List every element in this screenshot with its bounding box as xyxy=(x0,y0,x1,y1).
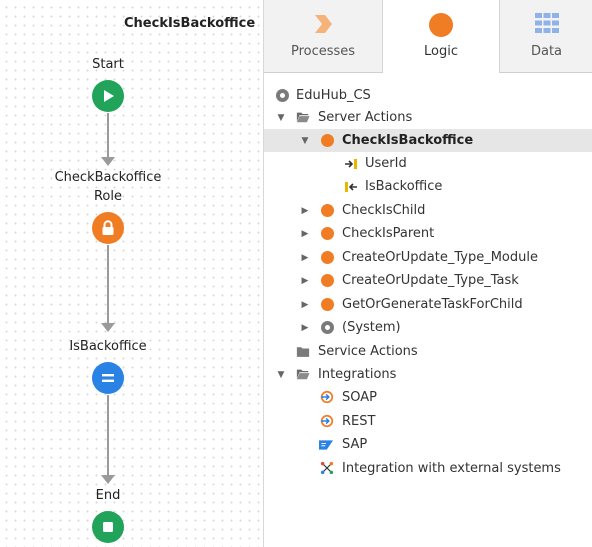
tree-item-createorupdate-type-module[interactable]: ▶ CreateOrUpdate_Type_Module xyxy=(264,246,592,269)
output-parameter-icon xyxy=(345,182,357,192)
chevron-down-icon[interactable]: ▼ xyxy=(276,113,286,123)
elements-panel: Processes Logic Data EduHub_CS ▼ Server … xyxy=(263,0,592,547)
data-grid-icon xyxy=(534,13,559,33)
tab-logic[interactable]: Logic xyxy=(382,0,500,73)
assign-node[interactable] xyxy=(92,362,124,394)
end-node[interactable] xyxy=(92,511,124,543)
folder-open-icon xyxy=(296,369,310,380)
chevron-right-icon[interactable]: ▶ xyxy=(300,253,310,263)
arrow-assign-to-end xyxy=(101,475,115,484)
tree-item-label: CheckIsParent xyxy=(342,226,435,241)
end-label: End xyxy=(95,488,121,503)
tab-logic-label: Logic xyxy=(424,44,458,59)
tree-item-checkisparent[interactable]: ▶ CheckIsParent xyxy=(264,222,592,245)
panel-tabs: Processes Logic Data xyxy=(264,0,592,73)
equals-icon xyxy=(102,374,114,382)
tab-processes-label: Processes xyxy=(290,44,356,59)
tree-item-label: CheckIsChild xyxy=(342,203,426,218)
chevron-right-icon[interactable]: ▶ xyxy=(300,323,310,333)
connector-assign-to-end xyxy=(107,395,109,476)
module-icon xyxy=(276,89,289,102)
chevron-right-icon[interactable]: ▶ xyxy=(300,300,310,310)
arrow-check-to-assign xyxy=(101,323,115,332)
folder-icon xyxy=(296,347,310,357)
server-action-icon xyxy=(321,298,334,311)
check-role-label-line1: CheckBackoffice xyxy=(54,170,162,185)
external-integration-icon xyxy=(320,461,334,475)
tree-server-actions-label: Server Actions xyxy=(318,110,413,125)
sap-icon xyxy=(319,440,333,450)
tree-item-label: CreateOrUpdate_Type_Module xyxy=(342,250,538,265)
rest-icon xyxy=(320,414,334,428)
flow-canvas[interactable]: CheckIsBackoffice Start CheckBackoffice … xyxy=(0,0,262,547)
tree-item-createorupdate-type-task[interactable]: ▶ CreateOrUpdate_Type_Task xyxy=(264,269,592,292)
tree-item-getorgeneratetaskforchild[interactable]: ▶ GetOrGenerateTaskForChild xyxy=(264,293,592,316)
input-parameter-icon xyxy=(345,159,357,169)
tree-integrations-label: Integrations xyxy=(318,367,397,382)
tree-item-label: (System) xyxy=(342,320,401,335)
tree-integrations[interactable]: ▼ Integrations xyxy=(264,363,592,386)
tree-param-label: IsBackoffice xyxy=(365,179,443,194)
stop-icon xyxy=(103,522,113,532)
tree-item-label: GetOrGenerateTaskForChild xyxy=(342,297,523,312)
chevron-right-icon[interactable]: ▶ xyxy=(300,206,310,216)
play-icon xyxy=(104,90,114,102)
flow-title: CheckIsBackoffice xyxy=(124,16,256,31)
chevron-right-icon[interactable]: ▶ xyxy=(300,276,310,286)
tree-integration-sap[interactable]: SAP xyxy=(264,433,592,456)
tree-service-actions[interactable]: Service Actions xyxy=(264,340,592,363)
server-action-icon xyxy=(321,251,334,264)
tree-item-system[interactable]: ▶ (System) xyxy=(264,316,592,339)
logic-circle-icon xyxy=(429,13,453,37)
tree-integration-label: Integration with external systems xyxy=(342,461,561,476)
connector-start-to-check xyxy=(107,113,109,158)
tree-integration-rest[interactable]: REST xyxy=(264,410,592,433)
tree-integration-label: SOAP xyxy=(342,390,377,405)
chevron-down-icon[interactable]: ▼ xyxy=(276,370,286,380)
tab-processes[interactable]: Processes xyxy=(264,0,382,72)
tree-integration-label: SAP xyxy=(342,437,368,452)
tree-server-actions[interactable]: ▼ Server Actions xyxy=(264,106,592,129)
start-node[interactable] xyxy=(92,80,124,112)
chevron-right-icon[interactable]: ▶ xyxy=(300,229,310,239)
lock-icon xyxy=(102,220,114,235)
server-action-icon xyxy=(321,227,334,240)
folder-open-icon xyxy=(296,112,310,123)
tree-integration-soap[interactable]: SOAP xyxy=(264,386,592,409)
tree-item-label: CreateOrUpdate_Type_Task xyxy=(342,273,519,288)
server-action-icon xyxy=(321,274,334,287)
check-role-label-line2: Role xyxy=(93,189,122,204)
tab-data-label: Data xyxy=(530,44,563,59)
server-action-icon xyxy=(321,204,334,217)
soap-icon xyxy=(320,390,334,404)
check-role-node[interactable] xyxy=(92,212,124,244)
tree-item-checkischild[interactable]: ▶ CheckIsChild xyxy=(264,199,592,222)
tree-param-label: UserId xyxy=(365,156,407,171)
tree-module-label: EduHub_CS xyxy=(296,88,371,103)
system-module-icon xyxy=(321,321,334,334)
tree-integration-label: REST xyxy=(342,414,376,429)
chevron-down-icon[interactable]: ▼ xyxy=(300,136,310,146)
tab-data[interactable]: Data xyxy=(500,0,592,72)
processes-chevron-icon xyxy=(315,15,332,33)
arrow-start-to-check xyxy=(101,157,115,166)
assign-label: IsBackoffice xyxy=(69,339,147,354)
check-role-label: CheckBackoffice Role xyxy=(44,168,172,206)
server-action-icon xyxy=(321,134,334,147)
tree-item-checkisbackoffice[interactable]: ▼ CheckIsBackoffice xyxy=(264,129,592,152)
tree-service-actions-label: Service Actions xyxy=(318,344,418,359)
tree-param-isbackoffice[interactable]: IsBackoffice xyxy=(264,175,592,198)
tree-integration-external[interactable]: Integration with external systems xyxy=(264,457,592,480)
tree-param-userid[interactable]: UserId xyxy=(264,152,592,175)
start-label: Start xyxy=(92,57,124,72)
connector-check-to-assign xyxy=(107,245,109,324)
tree-item-label: CheckIsBackoffice xyxy=(342,133,474,148)
tree-module[interactable]: EduHub_CS xyxy=(264,84,592,107)
